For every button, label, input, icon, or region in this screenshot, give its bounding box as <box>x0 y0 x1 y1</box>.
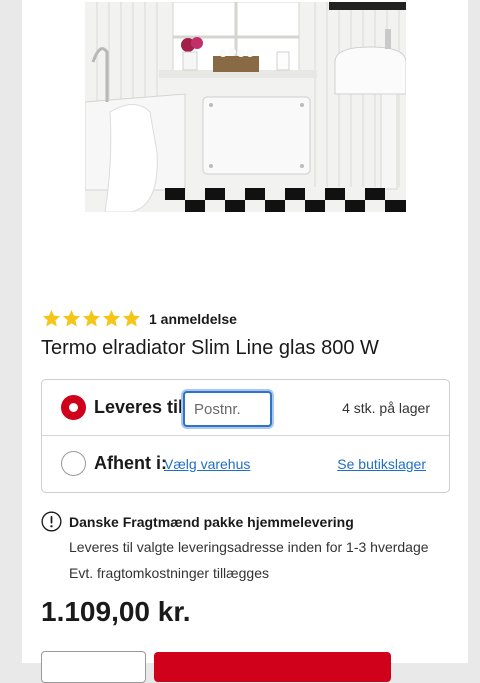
product-card: 1 anmeldelse Termo elradiator Slim Line … <box>22 0 468 683</box>
star-icon <box>102 309 121 327</box>
delivery-options: Leveres til: 4 stk. på lager Afhent i: V… <box>41 379 450 493</box>
product-title: Termo elradiator Slim Line glas 800 W <box>41 337 379 359</box>
shipping-note: Evt. fragtomkostninger tillægges <box>69 565 269 581</box>
add-to-cart-button[interactable] <box>154 652 391 682</box>
shipping-detail: Leveres til valgte leveringsadresse inde… <box>69 539 429 555</box>
product-price: 1.109,00 kr. <box>41 596 191 627</box>
star-icon <box>122 309 141 327</box>
quantity-selector[interactable] <box>41 651 146 683</box>
product-image[interactable] <box>85 2 406 212</box>
star-icon <box>82 309 101 327</box>
delivery-label: Leveres til: <box>94 397 190 417</box>
star-icon <box>62 309 81 327</box>
postcode-input[interactable] <box>183 391 272 427</box>
stock-status: 4 stk. på lager <box>342 399 430 416</box>
bathroom-radiator-photo <box>85 2 406 212</box>
radio-delivery-selected[interactable] <box>61 395 86 420</box>
delivery-option-pickup[interactable]: Afhent i: Vælg varehus Se butikslager <box>42 436 449 491</box>
pickup-label: Afhent i: <box>94 453 167 473</box>
delivery-option-home[interactable]: Leveres til: 4 stk. på lager <box>42 380 449 436</box>
store-stock-link[interactable]: Se butikslager <box>337 456 426 472</box>
star-icon <box>42 309 61 327</box>
info-icon <box>41 511 62 532</box>
rating-stars <box>42 309 141 328</box>
product-rating[interactable]: 1 anmeldelse <box>42 309 237 328</box>
shipping-title: Danske Fragtmænd pakke hjemmelevering <box>69 514 354 530</box>
choose-store-link[interactable]: Vælg varehus <box>164 456 250 472</box>
review-count-link[interactable]: 1 anmeldelse <box>149 311 237 327</box>
radio-pickup[interactable] <box>61 451 86 476</box>
